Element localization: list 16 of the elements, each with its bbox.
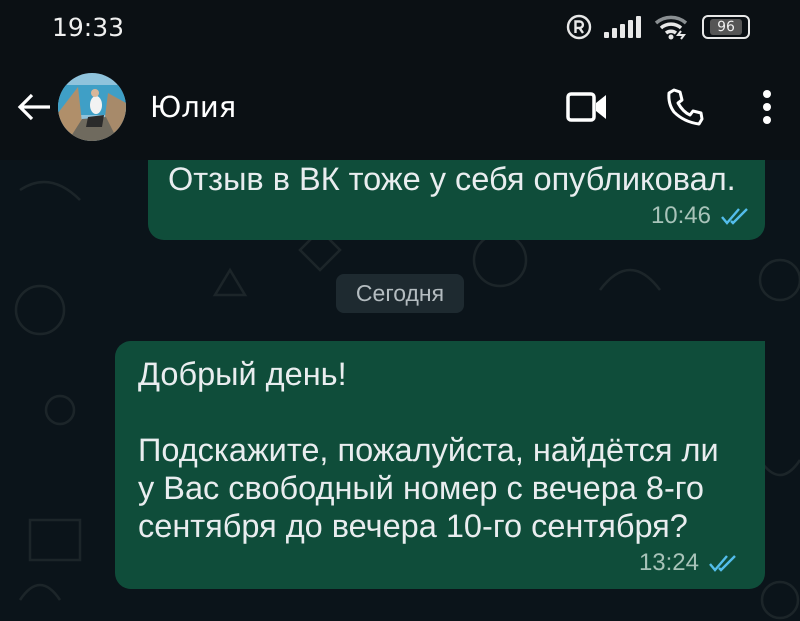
wifi-icon	[654, 14, 690, 40]
message-text: Подскажите, пожалуйста, найдётся ли у Вас свободный номер с вечера 8-го сентября до вечера 10-го сентября?	[138, 431, 720, 545]
message-time: 10:46	[650, 202, 711, 230]
battery-icon: 96	[702, 15, 750, 39]
back-arrow-icon[interactable]	[16, 92, 52, 122]
message-time: 13:24	[638, 549, 699, 577]
contact-name[interactable]: Юлия	[150, 90, 236, 124]
clock-time: 19:33	[52, 12, 124, 42]
message-text: Добрый день!	[138, 355, 348, 393]
message-text: Отзыв в ВК тоже у себя опубликовал.	[168, 160, 737, 198]
registered-icon	[566, 14, 592, 40]
date-chip: Сегодня	[336, 274, 464, 313]
menu-icon[interactable]	[762, 89, 772, 125]
phone-icon[interactable]	[666, 88, 704, 126]
video-call-icon[interactable]	[566, 91, 608, 123]
signal-icon	[604, 16, 642, 38]
